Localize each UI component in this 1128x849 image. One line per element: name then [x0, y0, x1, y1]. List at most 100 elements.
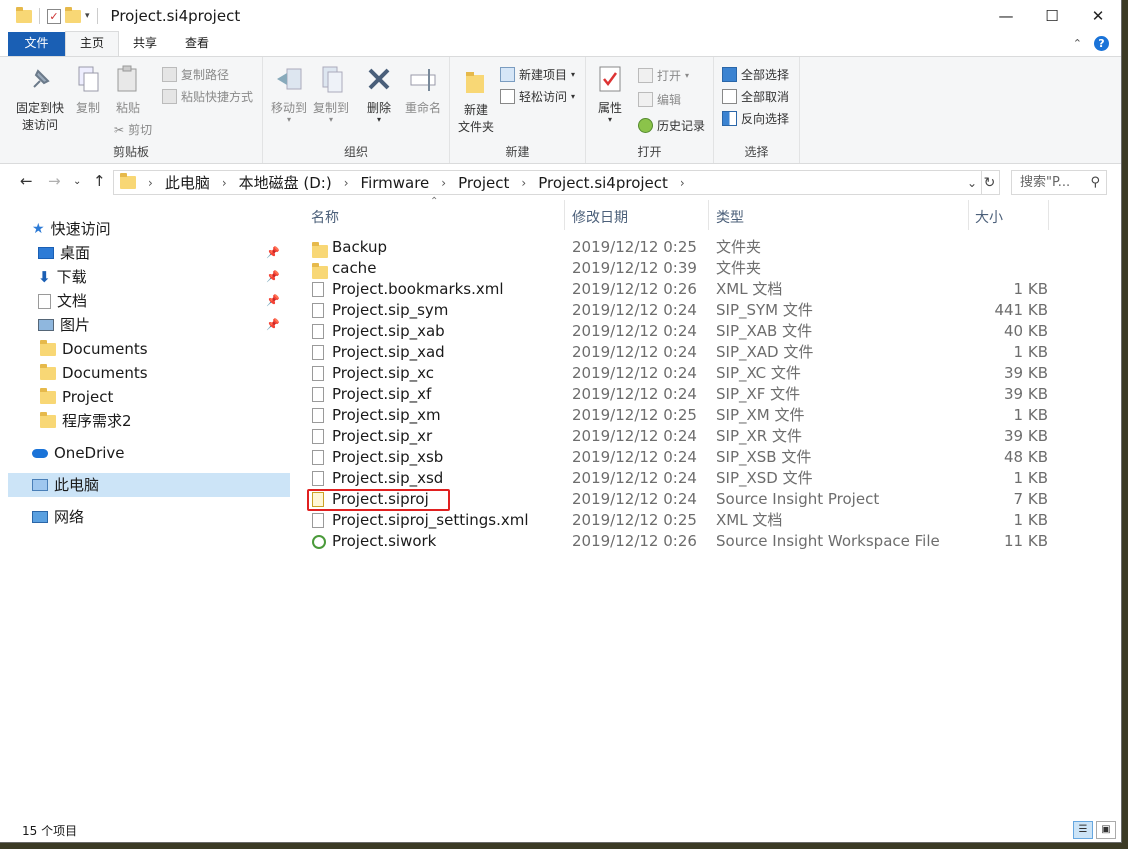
- table-row[interactable]: Project.sip_xr 2019/12/12 0:24 SIP_XR 文件 39…: [308, 426, 1048, 447]
- sidebar-label: 图片: [60, 316, 91, 334]
- chevron-right-icon[interactable]: ›: [521, 176, 526, 190]
- sidebar-item-project[interactable]: Project: [40, 385, 113, 409]
- history-button[interactable]: 历史记录: [638, 117, 705, 134]
- back-button[interactable]: ←: [20, 172, 33, 190]
- easy-access-label: 轻松访问: [519, 90, 568, 104]
- file-name: Project.sip_sym: [332, 301, 449, 319]
- search-input[interactable]: 搜索"P... ⚲: [1011, 170, 1107, 195]
- table-row[interactable]: Project.siwork 2019/12/12 0:26 Source Insi…: [308, 531, 1048, 552]
- details-view-button[interactable]: ☰: [1073, 821, 1093, 839]
- tab-view[interactable]: 查看: [171, 32, 223, 56]
- breadcrumb-project[interactable]: Project: [458, 174, 509, 192]
- chevron-right-icon[interactable]: ›: [680, 176, 685, 190]
- table-row[interactable]: Project.sip_sym 2019/12/12 0:24 SIP_SYM 文件…: [308, 300, 1048, 321]
- column-header-date[interactable]: 修改日期: [572, 207, 628, 227]
- open-button[interactable]: 打开 ▾: [638, 67, 689, 84]
- new-item-icon: [500, 67, 515, 82]
- breadcrumb-si4project[interactable]: Project.si4project: [538, 174, 668, 192]
- column-divider[interactable]: [564, 200, 565, 230]
- table-row[interactable]: Project.sip_xc 2019/12/12 0:24 SIP_XC 文件 39…: [308, 363, 1048, 384]
- file-type: SIP_XF 文件: [716, 385, 801, 403]
- pin-quick-access-button[interactable]: 固定到快 速访问: [12, 65, 68, 134]
- sidebar-network[interactable]: 网络: [32, 505, 84, 529]
- cut-label: 剪切: [128, 123, 153, 137]
- copy-to-button[interactable]: 复制到 ▾: [311, 65, 351, 124]
- paste-shortcut-button[interactable]: 粘贴快捷方式: [162, 88, 253, 105]
- select-all-button[interactable]: 全部选择: [722, 66, 789, 83]
- help-icon[interactable]: ?: [1094, 36, 1109, 51]
- maximize-button[interactable]: ☐: [1029, 0, 1075, 32]
- breadcrumb-local-disk[interactable]: 本地磁盘 (D:): [239, 172, 332, 193]
- paste-button[interactable]: 粘贴: [110, 65, 146, 117]
- file-size: 11 KB: [1004, 532, 1048, 550]
- sidebar-item-documents-folder[interactable]: Documents: [40, 337, 148, 361]
- sidebar-item-documents[interactable]: 文档 📌: [38, 289, 290, 313]
- collapse-ribbon-icon[interactable]: ⌃: [1073, 37, 1082, 50]
- chevron-right-icon[interactable]: ›: [441, 176, 446, 190]
- table-row[interactable]: Project.sip_xsb 2019/12/12 0:24 SIP_XSB 文件…: [308, 447, 1048, 468]
- table-row[interactable]: Project.bookmarks.xml 2019/12/12 0:26 XML …: [308, 279, 1048, 300]
- column-divider[interactable]: [968, 200, 969, 230]
- column-header-size[interactable]: 大小: [975, 207, 1003, 227]
- new-folder-button[interactable]: 新建 文件夹: [454, 67, 498, 136]
- table-row[interactable]: Project.sip_xab 2019/12/12 0:24 SIP_XAB 文件…: [308, 321, 1048, 342]
- table-row[interactable]: cache 2019/12/12 0:39 文件夹: [308, 258, 1048, 279]
- column-header-name[interactable]: 名称: [311, 207, 339, 227]
- file-type: Source Insight Workspace File: [716, 532, 940, 550]
- tab-home[interactable]: 主页: [65, 31, 120, 56]
- large-icons-view-button[interactable]: ▣: [1096, 821, 1116, 839]
- sidebar-quick-access[interactable]: ★ 快速访问: [32, 217, 111, 241]
- close-button[interactable]: ✕: [1075, 0, 1121, 32]
- address-dropdown-icon[interactable]: ⌄: [967, 176, 977, 190]
- table-row[interactable]: Project.sip_xsd 2019/12/12 0:24 SIP_XSD 文件…: [308, 468, 1048, 489]
- column-divider[interactable]: [708, 200, 709, 230]
- column-divider[interactable]: [1048, 200, 1049, 230]
- customize-dropdown-icon[interactable]: ▾: [85, 11, 90, 21]
- table-row[interactable]: Project.siproj_settings.xml 2019/12/12 0:…: [308, 510, 1048, 531]
- file-name: Project.sip_xsb: [332, 448, 444, 466]
- copy-path-button[interactable]: 复制路径: [162, 66, 229, 83]
- move-to-button[interactable]: 移动到 ▾: [267, 65, 311, 124]
- sidebar-item-documents-folder-2[interactable]: Documents: [40, 361, 148, 385]
- breadcrumb-firmware[interactable]: Firmware: [361, 174, 430, 192]
- address-bar[interactable]: › 此电脑 › 本地磁盘 (D:) › Firmware › Project ›…: [113, 170, 982, 195]
- invert-selection-button[interactable]: 反向选择: [722, 110, 789, 127]
- breadcrumb-this-pc[interactable]: 此电脑: [165, 172, 210, 193]
- pin-icon: 📌: [266, 318, 280, 331]
- chevron-right-icon[interactable]: ›: [148, 176, 153, 190]
- sidebar-item-desktop[interactable]: 桌面 📌: [38, 241, 290, 265]
- file-type: XML 文档: [716, 511, 783, 529]
- easy-access-button[interactable]: 轻松访问 ▾: [500, 88, 575, 105]
- new-folder-icon[interactable]: [65, 6, 81, 23]
- edit-button[interactable]: 编辑: [638, 91, 681, 108]
- sidebar-this-pc[interactable]: 此电脑: [8, 473, 290, 497]
- table-row[interactable]: Backup 2019/12/12 0:25 文件夹: [308, 237, 1048, 258]
- folder-icon[interactable]: [16, 6, 32, 23]
- paste-label: 粘贴: [115, 101, 140, 115]
- sidebar-item-downloads[interactable]: ⬇ 下载 📌: [38, 265, 290, 289]
- refresh-button[interactable]: ↻: [980, 170, 1000, 195]
- properties-icon[interactable]: ✓: [47, 8, 61, 24]
- select-none-button[interactable]: 全部取消: [722, 88, 789, 105]
- column-header-type[interactable]: 类型: [716, 207, 744, 227]
- forward-button[interactable]: →: [48, 172, 61, 190]
- rename-button[interactable]: 重命名: [401, 65, 445, 117]
- up-button[interactable]: ↑: [93, 172, 106, 190]
- delete-button[interactable]: 删除 ▾: [361, 65, 397, 124]
- sidebar-onedrive[interactable]: OneDrive: [32, 441, 125, 465]
- sidebar-item-requirements[interactable]: 程序需求2: [40, 409, 132, 433]
- tab-file[interactable]: 文件: [8, 32, 65, 56]
- table-row[interactable]: Project.sip_xad 2019/12/12 0:24 SIP_XAD 文件…: [308, 342, 1048, 363]
- cut-button[interactable]: ✂ 剪切: [114, 121, 152, 138]
- table-row[interactable]: Project.sip_xm 2019/12/12 0:25 SIP_XM 文件 1 …: [308, 405, 1048, 426]
- minimize-button[interactable]: —: [983, 0, 1029, 32]
- recent-locations-dropdown[interactable]: ⌄: [73, 176, 81, 187]
- tab-share[interactable]: 共享: [119, 32, 171, 56]
- properties-button[interactable]: 属性 ▾: [592, 65, 628, 124]
- table-row[interactable]: Project.sip_xf 2019/12/12 0:24 SIP_XF 文件 39…: [308, 384, 1048, 405]
- new-item-button[interactable]: 新建项目 ▾: [500, 66, 575, 83]
- chevron-right-icon[interactable]: ›: [344, 176, 349, 190]
- chevron-right-icon[interactable]: ›: [222, 176, 227, 190]
- copy-button[interactable]: 复制: [70, 65, 106, 117]
- sidebar-item-pictures[interactable]: 图片 📌: [38, 313, 290, 337]
